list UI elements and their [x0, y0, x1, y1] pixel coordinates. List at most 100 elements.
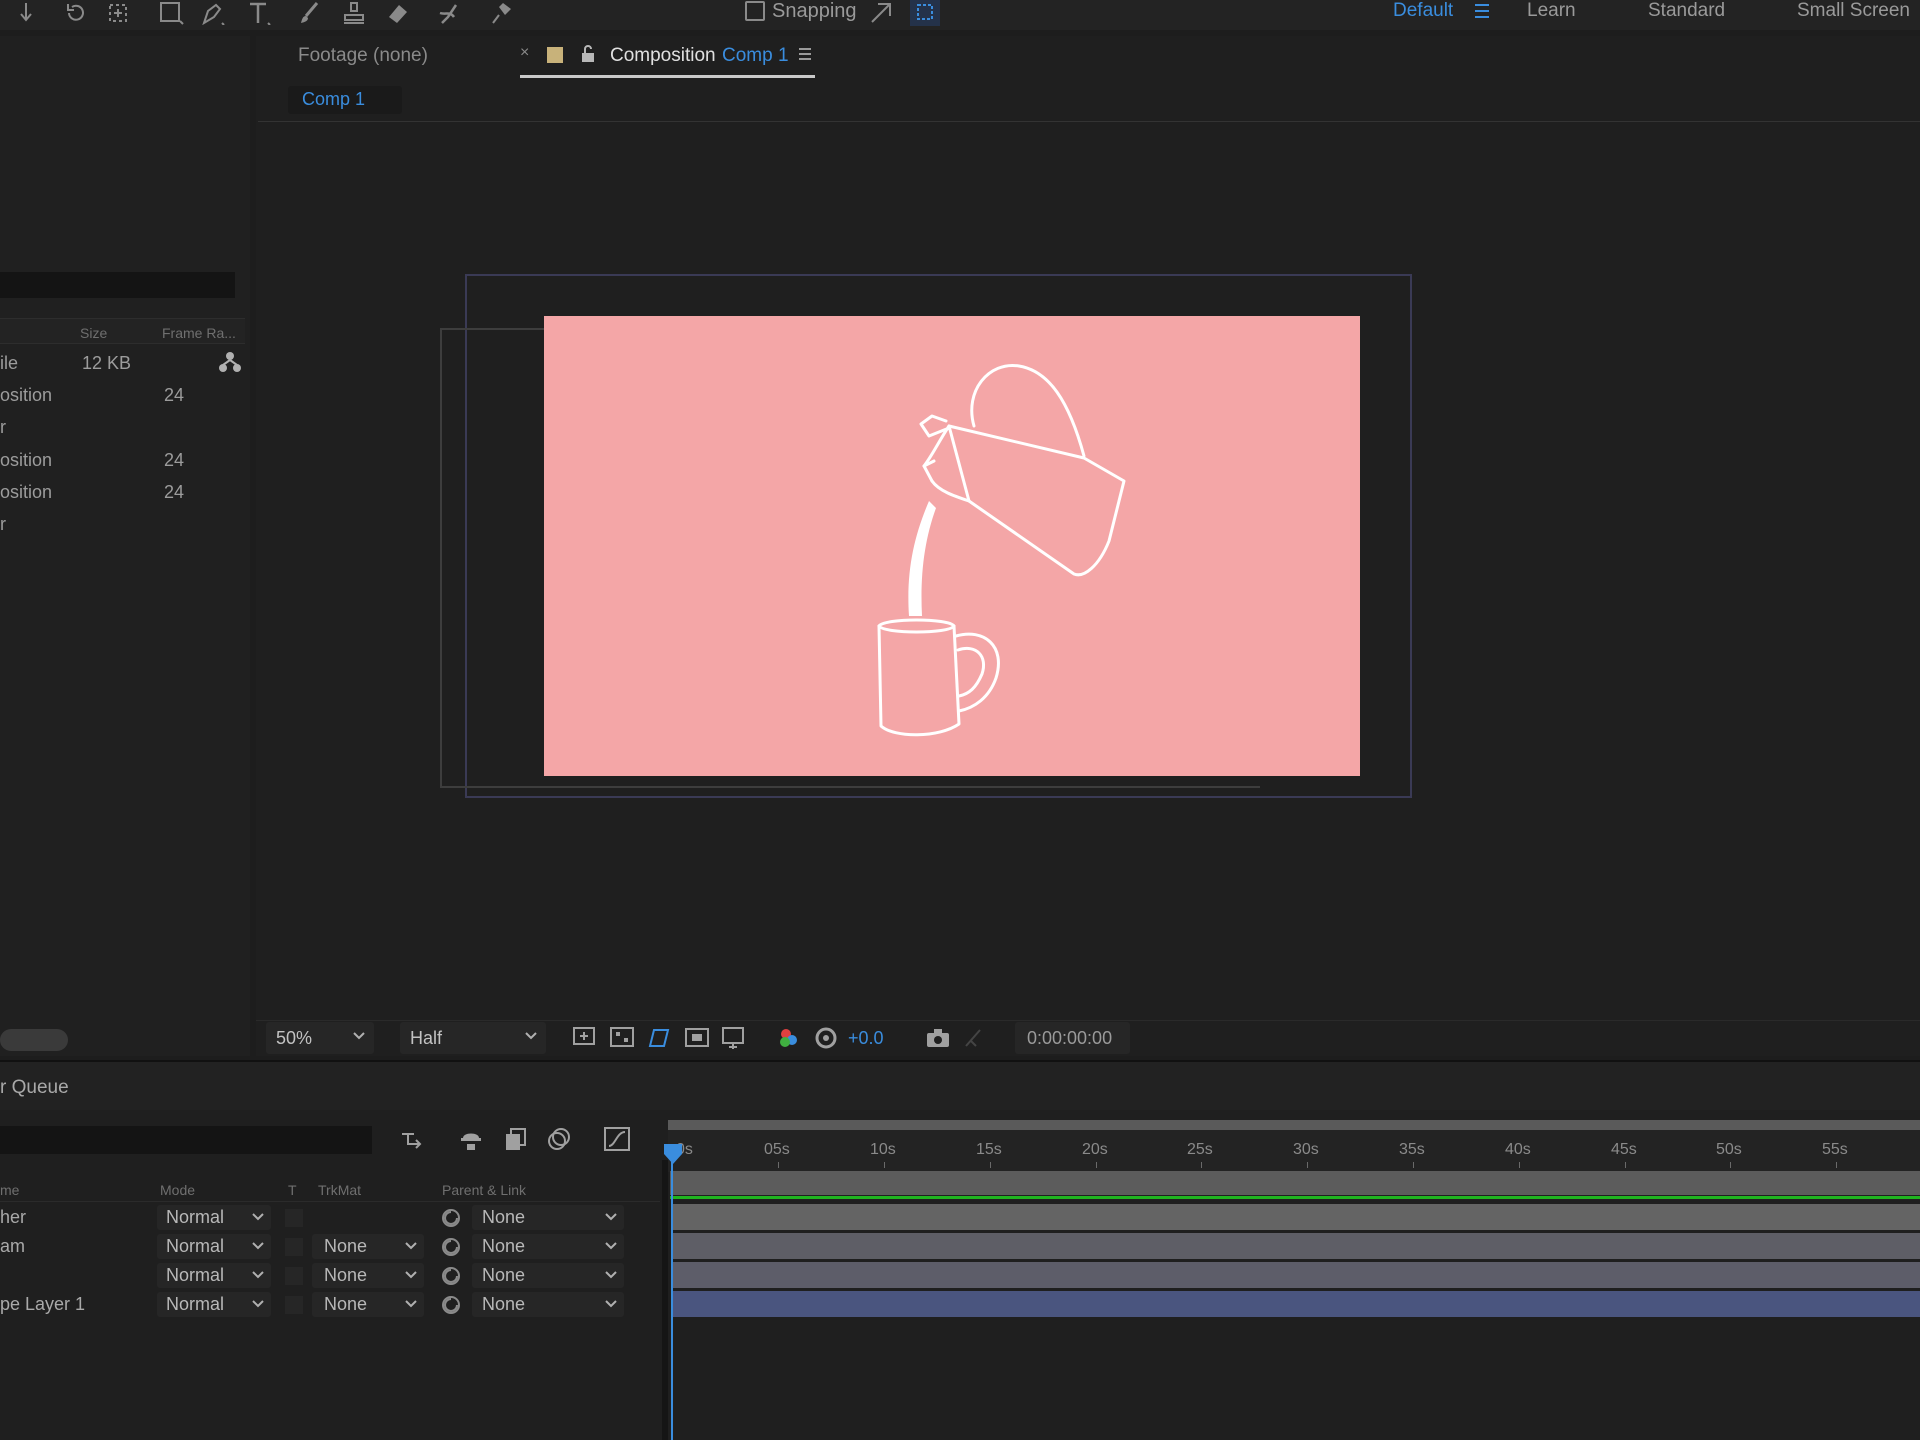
column-size[interactable]: Size — [80, 325, 107, 341]
type-tool-icon[interactable] — [243, 0, 275, 26]
resolution-dropdown[interactable]: Half — [400, 1022, 546, 1054]
project-item[interactable]: osition 24 — [0, 478, 240, 508]
close-icon[interactable]: × — [520, 44, 529, 62]
workspace-default[interactable]: Default — [1393, 0, 1453, 22]
parent-dropdown[interactable]: None — [472, 1263, 624, 1288]
preserve-transparency-toggle[interactable] — [285, 1209, 303, 1227]
snap-to-edges-icon[interactable] — [910, 0, 940, 26]
blend-mode-value: Normal — [166, 1236, 225, 1256]
pen-tool-icon[interactable] — [197, 0, 229, 26]
channel-rgb-icon[interactable] — [776, 1026, 802, 1055]
parent-dropdown[interactable]: None — [472, 1234, 624, 1259]
column-trkmat[interactable]: TrkMat — [318, 1182, 361, 1198]
chevron-down-icon — [252, 1213, 264, 1221]
reset-exposure-icon[interactable] — [814, 1026, 838, 1055]
project-item[interactable]: ile 12 KB — [0, 349, 241, 379]
project-item[interactable]: r — [0, 510, 240, 540]
layer-duration-bar[interactable] — [672, 1291, 1920, 1317]
column-layer-name[interactable]: me — [0, 1182, 19, 1198]
clone-stamp-tool-icon[interactable] — [338, 0, 370, 26]
track-matte-value: None — [324, 1265, 368, 1285]
layer-duration-bar[interactable] — [672, 1233, 1920, 1259]
show-snapshot-icon[interactable] — [962, 1026, 986, 1055]
layer-duration-bar[interactable] — [672, 1262, 1920, 1288]
track-matte-dropdown[interactable]: None — [312, 1263, 424, 1288]
coffee-pour-illustration — [877, 363, 1126, 737]
pick-whip-icon[interactable] — [440, 1265, 462, 1287]
motion-blur-icon[interactable] — [546, 1126, 572, 1157]
workspace-learn[interactable]: Learn — [1527, 0, 1576, 22]
workspace-standard[interactable]: Standard — [1648, 0, 1725, 22]
project-search-input[interactable] — [0, 272, 235, 298]
parent-dropdown[interactable]: None — [472, 1205, 624, 1230]
timeline-divider[interactable] — [662, 1160, 668, 1440]
blend-mode-dropdown[interactable]: Normal — [157, 1292, 271, 1317]
chevron-down-icon — [605, 1213, 617, 1221]
ruler-tick-mark — [990, 1162, 991, 1168]
ruler-tick: 35s — [1399, 1141, 1425, 1158]
workspace-small-screen[interactable]: Small Screen — [1797, 0, 1910, 22]
snapshot-camera-icon[interactable] — [924, 1026, 952, 1055]
track-matte-dropdown[interactable]: None — [312, 1292, 424, 1317]
fast-previews-icon[interactable] — [572, 1026, 598, 1055]
project-item[interactable]: osition 24 — [0, 446, 240, 476]
zoom-dropdown[interactable]: 50% — [266, 1022, 374, 1054]
preserve-transparency-toggle[interactable] — [285, 1296, 303, 1314]
pick-whip-icon[interactable] — [440, 1294, 462, 1316]
layer-row[interactable]: Normal None None — [0, 1262, 660, 1290]
pick-whip-icon[interactable] — [440, 1207, 462, 1229]
exposure-value[interactable]: +0.0 — [848, 1028, 884, 1049]
graph-editor-icon[interactable] — [603, 1126, 631, 1157]
preserve-transparency-toggle[interactable] — [285, 1267, 303, 1285]
chevron-down-icon — [252, 1242, 264, 1250]
grid-guides-icon[interactable] — [721, 1026, 747, 1055]
parent-dropdown[interactable]: None — [472, 1292, 624, 1317]
snap-options-icon[interactable] — [868, 0, 896, 31]
puppet-tool-icon[interactable] — [486, 0, 518, 26]
current-time-indicator[interactable] — [671, 1150, 673, 1440]
composition-mini-flowchart-icon[interactable] — [400, 1128, 428, 1157]
lock-icon[interactable] — [580, 44, 596, 69]
layer-row[interactable]: pe Layer 1 Normal None None — [0, 1291, 660, 1319]
work-area-bar[interactable] — [668, 1120, 1920, 1130]
project-column-header: Size Frame Ra... — [0, 318, 245, 344]
shy-layers-icon[interactable] — [457, 1126, 485, 1157]
panel-menu-icon[interactable] — [798, 46, 812, 67]
layer-row[interactable]: am Normal None None — [0, 1233, 660, 1261]
column-mode[interactable]: Mode — [160, 1182, 195, 1198]
blend-mode-value: Normal — [166, 1265, 225, 1285]
composition-canvas[interactable] — [544, 316, 1360, 776]
column-t[interactable]: T — [288, 1182, 297, 1198]
track-matte-dropdown[interactable]: None — [312, 1234, 424, 1259]
frame-blending-icon[interactable] — [502, 1126, 528, 1157]
project-scrollbar[interactable] — [0, 1029, 68, 1051]
column-parent-link[interactable]: Parent & Link — [442, 1182, 526, 1198]
workspace-menu-icon[interactable] — [1474, 2, 1490, 25]
blend-mode-dropdown[interactable]: Normal — [157, 1205, 271, 1230]
pick-whip-icon[interactable] — [440, 1236, 462, 1258]
layer-duration-bar[interactable] — [672, 1204, 1920, 1230]
region-of-interest-icon[interactable] — [684, 1026, 710, 1055]
timeline-search-input[interactable] — [0, 1126, 372, 1154]
rectangle-tool-icon[interactable] — [155, 0, 187, 26]
eraser-tool-icon[interactable] — [382, 0, 414, 26]
mask-visibility-icon[interactable] — [646, 1026, 672, 1055]
project-item[interactable]: osition 24 — [0, 381, 240, 411]
rotate-tool-icon[interactable] — [60, 0, 92, 26]
blend-mode-dropdown[interactable]: Normal — [157, 1263, 271, 1288]
layer-row[interactable]: her Normal None — [0, 1204, 660, 1232]
tab-render-queue[interactable]: r Queue — [0, 1077, 69, 1099]
selection-tool-icon[interactable] — [8, 0, 40, 26]
snapping-checkbox[interactable] — [745, 1, 765, 21]
ruler-tick-mark — [884, 1162, 885, 1168]
project-item[interactable]: r — [0, 413, 240, 443]
anchor-point-tool-icon[interactable] — [102, 0, 134, 26]
brush-tool-icon[interactable] — [294, 0, 326, 26]
tab-footage[interactable]: Footage (none) — [298, 45, 428, 67]
transparency-grid-icon[interactable] — [609, 1026, 635, 1055]
playhead-icon[interactable] — [662, 1142, 684, 1171]
column-frame-rate[interactable]: Frame Ra... — [162, 325, 236, 341]
preserve-transparency-toggle[interactable] — [285, 1238, 303, 1256]
blend-mode-dropdown[interactable]: Normal — [157, 1234, 271, 1259]
roto-brush-tool-icon[interactable] — [434, 0, 466, 26]
